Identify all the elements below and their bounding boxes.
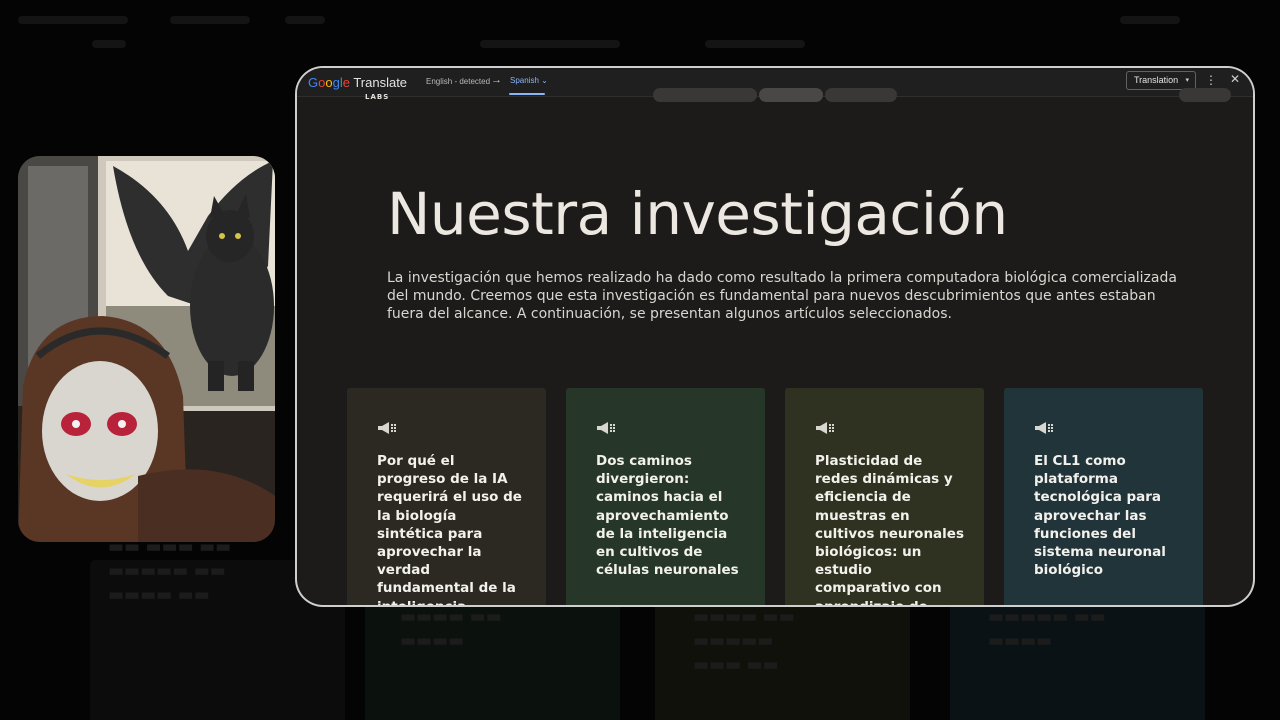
selected-tab-indicator [509, 93, 545, 95]
webcam-feed [18, 156, 275, 542]
chevron-down-icon: ⌄ [541, 76, 548, 85]
translated-page-window: Google Translate English - detected → Sp… [297, 68, 1253, 605]
research-card[interactable]: Por qué el progreso de la IA requerirá e… [347, 388, 546, 605]
megaphone-icon [816, 422, 834, 434]
translation-mode-label: Translation [1134, 75, 1179, 85]
close-icon[interactable]: ✕ [1230, 72, 1240, 86]
target-language-tab[interactable]: Spanish ⌄ [510, 76, 548, 85]
research-card-title: El CL1 como plataforma tecnológica para … [1034, 453, 1166, 579]
google-translate-logo[interactable]: Google Translate [308, 75, 407, 90]
target-language-label: Spanish [510, 76, 539, 85]
page-title: Nuestra investigación [387, 180, 1008, 248]
megaphone-icon [1035, 422, 1053, 434]
intro-paragraph: La investigación que hemos realizado ha … [387, 270, 1177, 322]
research-card[interactable]: Plasticidad de redes dinámicas y eficien… [785, 388, 984, 605]
site-logo-text[interactable]: LABS [365, 93, 389, 101]
research-card-title: Por qué el progreso de la IA requerirá e… [377, 453, 522, 605]
site-nav-pill[interactable] [653, 88, 757, 102]
background-nav-item [480, 40, 620, 48]
background-card-text: ▬▬ ▬▬▬ ▬▬ ▬▬▬▬▬ ▬▬ ▬▬▬▬ ▬▬ [108, 537, 232, 605]
background-nav-item [170, 16, 250, 24]
background-nav-item [92, 40, 126, 48]
source-language-tab[interactable]: English - detected [426, 77, 490, 86]
research-card[interactable]: Dos caminos divergieron: caminos hacia e… [566, 388, 765, 605]
site-nav-button[interactable] [1179, 88, 1231, 102]
research-card-title: Plasticidad de redes dinámicas y eficien… [815, 453, 964, 605]
background-nav-item [705, 40, 805, 48]
background-nav [0, 8, 1280, 48]
megaphone-icon [378, 422, 396, 434]
background-nav-item [1120, 16, 1180, 24]
arrow-right-icon: → [491, 74, 502, 86]
site-nav-pill[interactable] [825, 88, 897, 102]
background-card-text: ▬▬▬▬ ▬▬ ▬▬▬▬ [400, 607, 502, 651]
webcam-overlay [18, 156, 275, 542]
research-card-title: Dos caminos divergieron: caminos hacia e… [596, 453, 739, 579]
background-card-text: ▬▬▬▬▬ ▬▬ ▬▬▬▬ [988, 607, 1106, 651]
caret-down-icon: ▾ [1185, 77, 1189, 84]
megaphone-icon [597, 422, 615, 434]
background-card-text: ▬▬▬▬ ▬▬ ▬▬▬▬▬ ▬▬▬ ▬▬ [693, 607, 795, 675]
background-nav-item [285, 16, 325, 24]
research-card[interactable]: El CL1 como plataforma tecnológica para … [1004, 388, 1203, 605]
more-options-icon[interactable]: ⋮ [1205, 73, 1217, 87]
site-nav-pill[interactable] [759, 88, 823, 102]
background-logo [18, 16, 128, 24]
